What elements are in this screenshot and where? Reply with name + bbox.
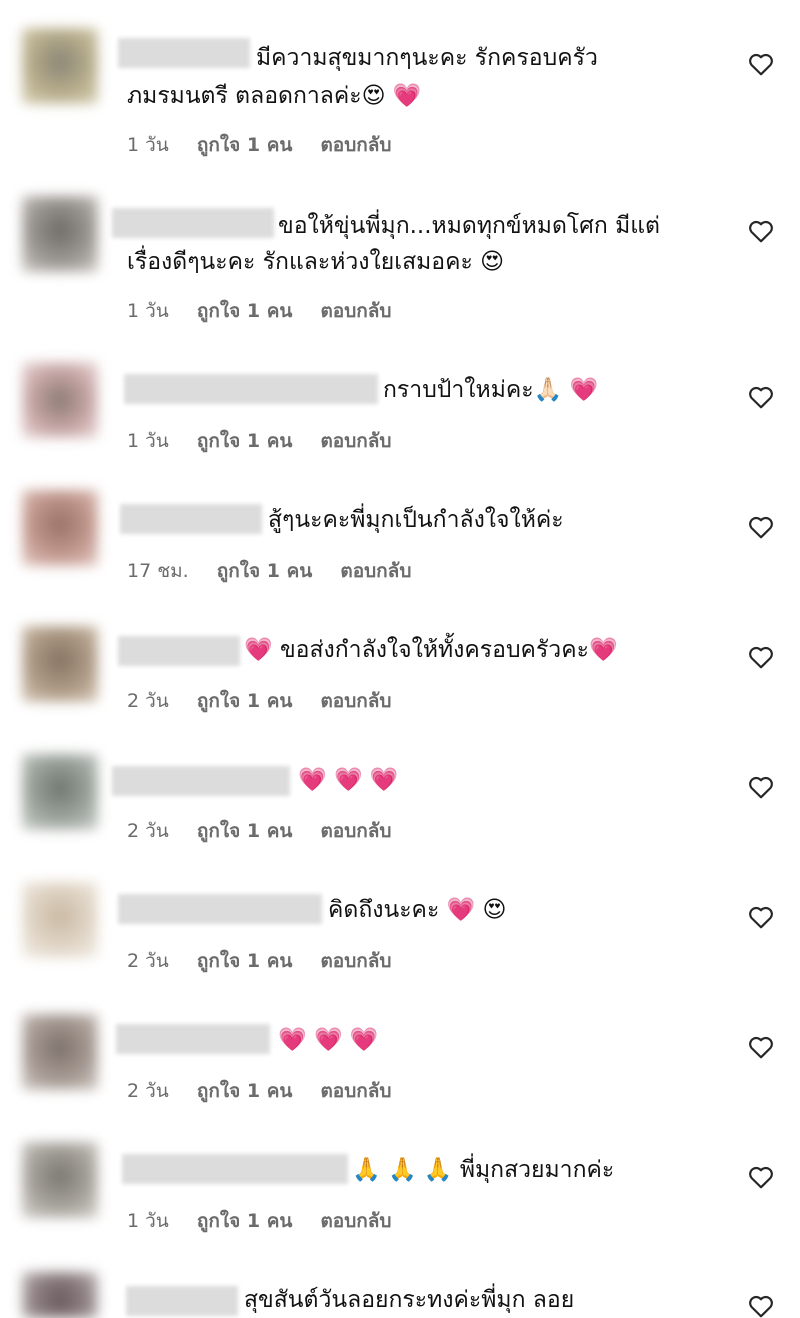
avatar[interactable] bbox=[22, 1142, 98, 1218]
heart-icon[interactable] bbox=[748, 905, 774, 929]
comment-time: 2 วัน bbox=[127, 1080, 169, 1102]
comment-text: สู้ๆนะคะพี่มุกเป็นกำลังใจให้ค่ะ bbox=[268, 507, 564, 533]
comment-text: กราบป้าใหม่คะ🙏🏻 💗 bbox=[383, 377, 599, 403]
like-count[interactable]: ถูกใจ 1 คน bbox=[197, 430, 293, 452]
avatar[interactable] bbox=[22, 754, 98, 830]
reply-button[interactable]: ตอบกลับ bbox=[320, 690, 391, 712]
like-count[interactable]: ถูกใจ 1 คน bbox=[197, 950, 293, 972]
comment-text: 💗 ขอส่งกำลังใจให้ทั้งครอบครัวคะ💗 bbox=[244, 637, 618, 663]
comment-text-cont: เรื่องดีๆนะคะ รักและห่วงใยเสมอคะ 😍 bbox=[127, 249, 505, 275]
reply-button[interactable]: ตอบกลับ bbox=[320, 1210, 391, 1232]
avatar[interactable] bbox=[22, 362, 98, 438]
comment-time: 2 วัน bbox=[127, 820, 169, 842]
comment-time: 1 วัน bbox=[127, 134, 169, 156]
like-count[interactable]: ถูกใจ 1 คน bbox=[197, 690, 293, 712]
comment-meta: 2 วัน ถูกใจ 1 คน ตอบกลับ bbox=[127, 686, 414, 716]
username[interactable] bbox=[122, 1154, 348, 1184]
comment-meta: 2 วัน ถูกใจ 1 คน ตอบกลับ bbox=[127, 1076, 414, 1106]
comment-time: 17 ชม. bbox=[127, 560, 189, 582]
comment-text: คิดถึงนะคะ 💗 😍 bbox=[328, 897, 507, 923]
comment-time: 1 วัน bbox=[127, 430, 169, 452]
comment-text: มีความสุขมากๆนะคะ รักครอบครัว bbox=[256, 45, 598, 71]
comment-text: ขอให้ขุ่นพี่มุก...หมดทุกข์หมดโศก มีแต่ bbox=[278, 213, 660, 239]
comment-time: 1 วัน bbox=[127, 1210, 169, 1232]
avatar[interactable] bbox=[22, 1014, 98, 1090]
comment-text: สุขสันต์วันลอยกระทงค่ะพี่มุก ลอย bbox=[244, 1287, 575, 1313]
username[interactable] bbox=[126, 1286, 238, 1316]
comment-meta: 1 วัน ถูกใจ 1 คน ตอบกลับ bbox=[127, 130, 414, 160]
heart-icon[interactable] bbox=[748, 775, 774, 799]
username[interactable] bbox=[120, 504, 262, 534]
like-count[interactable]: ถูกใจ 1 คน bbox=[217, 560, 313, 582]
reply-button[interactable]: ตอบกลับ bbox=[320, 1080, 391, 1102]
comment-text: 💗 💗 💗 bbox=[298, 767, 399, 793]
heart-icon[interactable] bbox=[748, 515, 774, 539]
heart-icon[interactable] bbox=[748, 219, 774, 243]
username[interactable] bbox=[118, 894, 322, 924]
username[interactable] bbox=[112, 766, 290, 796]
heart-icon[interactable] bbox=[748, 1165, 774, 1189]
username[interactable] bbox=[116, 1024, 270, 1054]
comment-meta: 17 ชม. ถูกใจ 1 คน ตอบกลับ bbox=[127, 556, 433, 586]
avatar[interactable] bbox=[22, 28, 98, 104]
comment-time: 1 วัน bbox=[127, 300, 169, 322]
reply-button[interactable]: ตอบกลับ bbox=[320, 430, 391, 452]
username[interactable] bbox=[124, 374, 378, 404]
heart-icon[interactable] bbox=[748, 385, 774, 409]
like-count[interactable]: ถูกใจ 1 คน bbox=[197, 1080, 293, 1102]
comment-meta: 1 วัน ถูกใจ 1 คน ตอบกลับ bbox=[127, 426, 414, 456]
reply-button[interactable]: ตอบกลับ bbox=[320, 950, 391, 972]
username[interactable] bbox=[118, 38, 250, 68]
like-count[interactable]: ถูกใจ 1 คน bbox=[197, 820, 293, 842]
heart-icon[interactable] bbox=[748, 1035, 774, 1059]
like-count[interactable]: ถูกใจ 1 คน bbox=[197, 300, 293, 322]
heart-icon[interactable] bbox=[748, 52, 774, 76]
avatar[interactable] bbox=[22, 1272, 98, 1318]
reply-button[interactable]: ตอบกลับ bbox=[320, 300, 391, 322]
reply-button[interactable]: ตอบกลับ bbox=[320, 820, 391, 842]
comment-meta: 1 วัน ถูกใจ 1 คน ตอบกลับ bbox=[127, 296, 414, 326]
heart-icon[interactable] bbox=[748, 645, 774, 669]
comment-time: 2 วัน bbox=[127, 950, 169, 972]
username[interactable] bbox=[118, 636, 240, 666]
reply-button[interactable]: ตอบกลับ bbox=[340, 560, 411, 582]
avatar[interactable] bbox=[22, 196, 98, 272]
username[interactable] bbox=[112, 208, 274, 238]
reply-button[interactable]: ตอบกลับ bbox=[320, 134, 391, 156]
comment-meta: 1 วัน ถูกใจ 1 คน ตอบกลับ bbox=[127, 1206, 414, 1236]
comment-time: 2 วัน bbox=[127, 690, 169, 712]
avatar[interactable] bbox=[22, 490, 98, 566]
comment-text: 💗 💗 💗 bbox=[278, 1027, 379, 1053]
avatar[interactable] bbox=[22, 626, 98, 702]
avatar[interactable] bbox=[22, 882, 98, 958]
comment-text: 🙏 🙏 🙏 พี่มุกสวยมากค่ะ bbox=[352, 1157, 615, 1183]
comment-meta: 2 วัน ถูกใจ 1 คน ตอบกลับ bbox=[127, 816, 414, 846]
like-count[interactable]: ถูกใจ 1 คน bbox=[197, 1210, 293, 1232]
like-count[interactable]: ถูกใจ 1 คน bbox=[197, 134, 293, 156]
heart-icon[interactable] bbox=[748, 1294, 774, 1318]
comment-meta: 2 วัน ถูกใจ 1 คน ตอบกลับ bbox=[127, 946, 414, 976]
comment-text-cont: ภมรมนตรี ตลอดกาลค่ะ😍 💗 bbox=[127, 83, 422, 109]
